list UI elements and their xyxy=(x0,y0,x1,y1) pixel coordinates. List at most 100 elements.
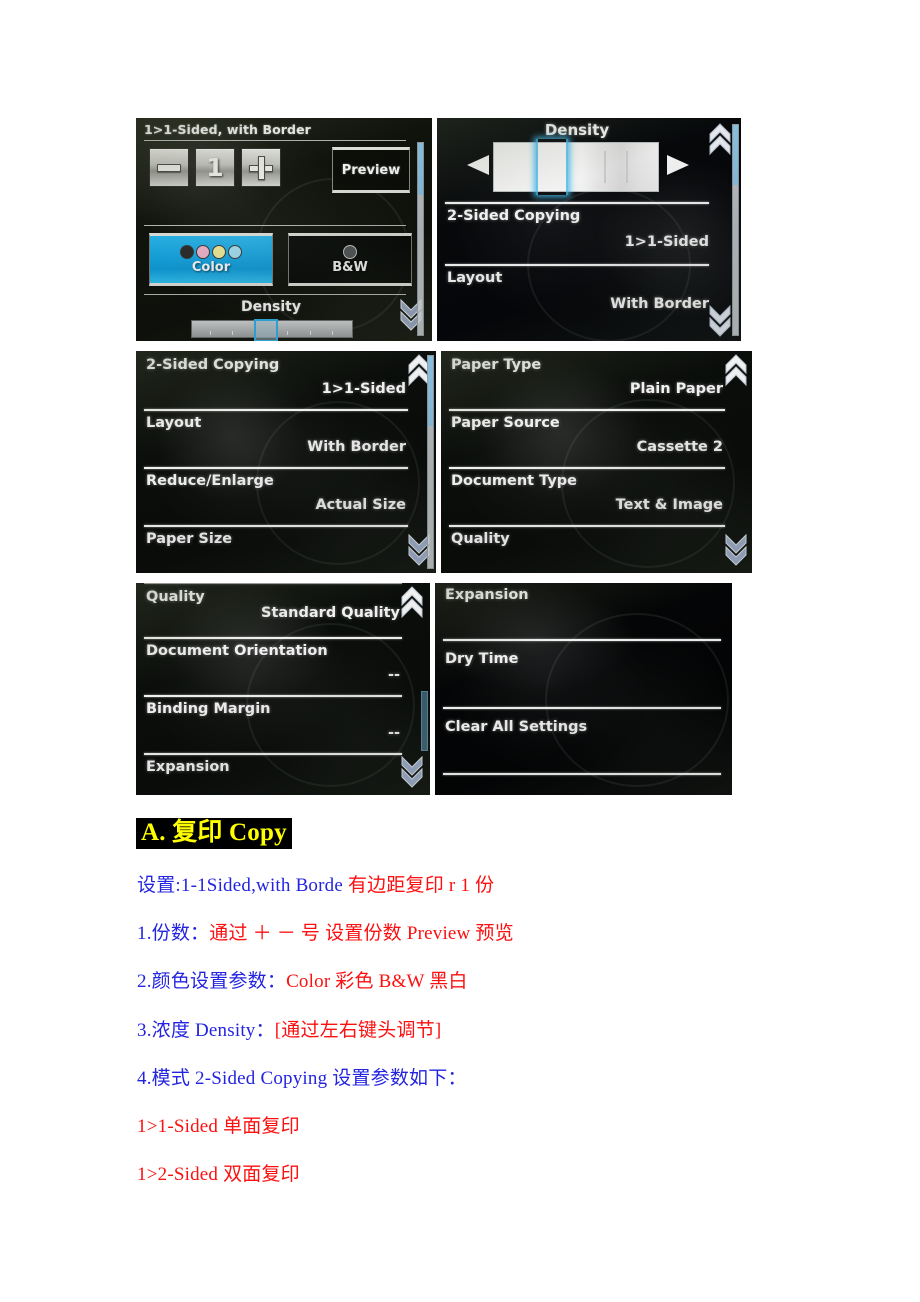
preview-button[interactable]: Preview xyxy=(332,147,410,193)
list-item-key: Layout xyxy=(146,415,202,431)
table-row[interactable]: Dry Time xyxy=(435,645,720,697)
vertical-scrollbar[interactable] xyxy=(427,355,434,569)
list-item-key: Quality xyxy=(146,589,205,605)
preview-button-label: Preview xyxy=(341,162,401,178)
line-copies: 1.份数：通过 ＋ － 号 设置份数 Preview 预览 xyxy=(137,918,514,945)
text-segment: 1>1-Sided 单面复印 xyxy=(137,1116,300,1137)
table-row[interactable]: Expansion xyxy=(136,757,408,795)
divider xyxy=(449,525,725,527)
table-row[interactable]: Quality Standard Quality xyxy=(136,589,408,637)
scrollbar-thumb[interactable] xyxy=(428,356,433,426)
list-item-value: With Border xyxy=(307,439,406,455)
scrollbar-thumb[interactable] xyxy=(733,125,738,185)
list-item-value: Actual Size xyxy=(315,497,406,513)
printer-screen-copy-settings-1: 2-Sided Copying 1>1-Sided Layout With Bo… xyxy=(136,351,436,573)
table-row[interactable]: Quality xyxy=(441,529,731,573)
color-mode-label: Color xyxy=(191,259,231,275)
text-segment: 通过 ＋ － 号 设置份数 Preview 预览 xyxy=(209,923,514,944)
printer-screen-density: Density 2-Sided Copying 1>1-Sided Layout… xyxy=(437,118,741,341)
screenshot-row-3: Quality Standard Quality Document Orient… xyxy=(136,583,752,795)
copies-stepper[interactable]: 1 xyxy=(149,148,281,187)
divider xyxy=(144,525,408,527)
vertical-scrollbar[interactable] xyxy=(421,691,428,751)
screenshot-row-1: 1>1-Sided, with Border 1 Preview Color B… xyxy=(136,118,752,341)
page-title-prefix: A. xyxy=(141,819,173,846)
chevron-up-icon[interactable] xyxy=(709,122,731,156)
density-slider-thumb[interactable] xyxy=(536,139,568,195)
table-row[interactable]: Paper Size xyxy=(136,529,414,573)
divider xyxy=(144,140,406,141)
chevron-down-icon[interactable] xyxy=(709,304,731,337)
line-mode: 4.模式 2-Sided Copying 设置参数如下： xyxy=(137,1063,467,1090)
line-1to1: 1>1-Sided 单面复印 xyxy=(137,1111,300,1138)
divider xyxy=(144,583,402,584)
table-row[interactable]: Document Type Text & Image xyxy=(441,471,731,523)
scrollbar-thumb[interactable] xyxy=(422,692,427,750)
divider xyxy=(445,202,709,204)
list-item[interactable]: Layout With Border xyxy=(437,268,717,324)
table-row[interactable]: Layout With Border xyxy=(136,413,414,465)
chevron-down-icon[interactable] xyxy=(401,755,423,788)
list-item-value: -- xyxy=(387,667,400,683)
color-mode-button[interactable]: Color xyxy=(149,233,273,286)
list-item-value: Standard Quality xyxy=(261,605,400,621)
text-segment: 3.浓度 Density： xyxy=(137,1020,275,1041)
line-1to2: 1>2-Sided 双面复印 xyxy=(137,1159,300,1186)
list-item-key: Binding Margin xyxy=(146,701,271,717)
table-row[interactable]: Expansion xyxy=(435,587,720,635)
table-row[interactable]: Binding Margin -- xyxy=(136,699,408,751)
list-item-key: Paper Type xyxy=(451,357,542,373)
divider xyxy=(449,409,725,411)
text-segment: 1>2-Sided 双面复印 xyxy=(137,1164,300,1185)
increase-copies-button[interactable] xyxy=(241,148,281,187)
table-row[interactable]: 2-Sided Copying 1>1-Sided xyxy=(136,355,414,407)
printer-screen-copy-home: 1>1-Sided, with Border 1 Preview Color B… xyxy=(136,118,432,341)
table-row[interactable]: Clear All Settings xyxy=(435,713,720,765)
divider xyxy=(144,637,402,639)
vertical-scrollbar[interactable] xyxy=(732,124,739,336)
divider xyxy=(144,225,406,226)
bw-mode-button[interactable]: B&W xyxy=(288,233,412,286)
line-density: 3.浓度 Density：[通过左右键头调节] xyxy=(137,1015,441,1042)
divider xyxy=(144,753,402,755)
printer-screen-copy-settings-2: Paper Type Plain Paper Paper Source Cass… xyxy=(441,351,752,573)
chevron-up-icon[interactable] xyxy=(725,353,747,387)
table-row[interactable]: Paper Source Cassette 2 xyxy=(441,413,731,465)
vertical-scrollbar[interactable] xyxy=(417,142,424,336)
list-item-value: Text & Image xyxy=(615,497,723,513)
table-row[interactable]: Reduce/Enlarge Actual Size xyxy=(136,471,414,523)
chevron-up-icon[interactable] xyxy=(401,585,423,619)
table-row[interactable]: Paper Type Plain Paper xyxy=(441,355,731,407)
table-row[interactable]: Document Orientation -- xyxy=(136,641,408,693)
list-item-key: Paper Source xyxy=(451,415,560,431)
list-item-value: 1>1-Sided xyxy=(624,234,709,250)
density-title: Density xyxy=(544,121,610,139)
decrease-copies-button[interactable] xyxy=(149,148,189,187)
list-item-key: 2-Sided Copying xyxy=(447,208,581,224)
arrow-right-icon[interactable] xyxy=(665,154,691,180)
arrow-left-icon[interactable] xyxy=(465,154,491,180)
density-slider-thumb[interactable] xyxy=(254,319,278,341)
list-item-value: Plain Paper xyxy=(629,381,723,397)
divider xyxy=(443,639,721,641)
density-slider[interactable] xyxy=(191,319,353,341)
list-item-key: Document Type xyxy=(451,473,577,489)
list-item-key: Document Orientation xyxy=(146,643,328,659)
list-item-value: With Border xyxy=(610,296,709,312)
chevron-down-icon[interactable] xyxy=(725,533,747,566)
color-mode-group: Color B&W xyxy=(149,233,412,286)
list-item-key: Reduce/Enlarge xyxy=(146,473,274,489)
list-item-key: Clear All Settings xyxy=(445,719,588,735)
copies-count-display: 1 xyxy=(195,148,235,187)
density-label: Density xyxy=(240,299,302,315)
page-title: A. 复印 Copy xyxy=(136,818,292,850)
ink-dots-icon xyxy=(180,244,242,259)
text-segment: 有边距复印 r 1 份 xyxy=(347,875,495,896)
scrollbar-thumb[interactable] xyxy=(418,143,423,195)
list-item[interactable]: 2-Sided Copying 1>1-Sided xyxy=(437,206,717,262)
list-item-key: Expansion xyxy=(146,759,230,775)
density-slider[interactable] xyxy=(493,139,659,195)
bw-dot-icon xyxy=(343,244,357,259)
list-item-key: 2-Sided Copying xyxy=(146,357,280,373)
divider xyxy=(443,773,721,775)
